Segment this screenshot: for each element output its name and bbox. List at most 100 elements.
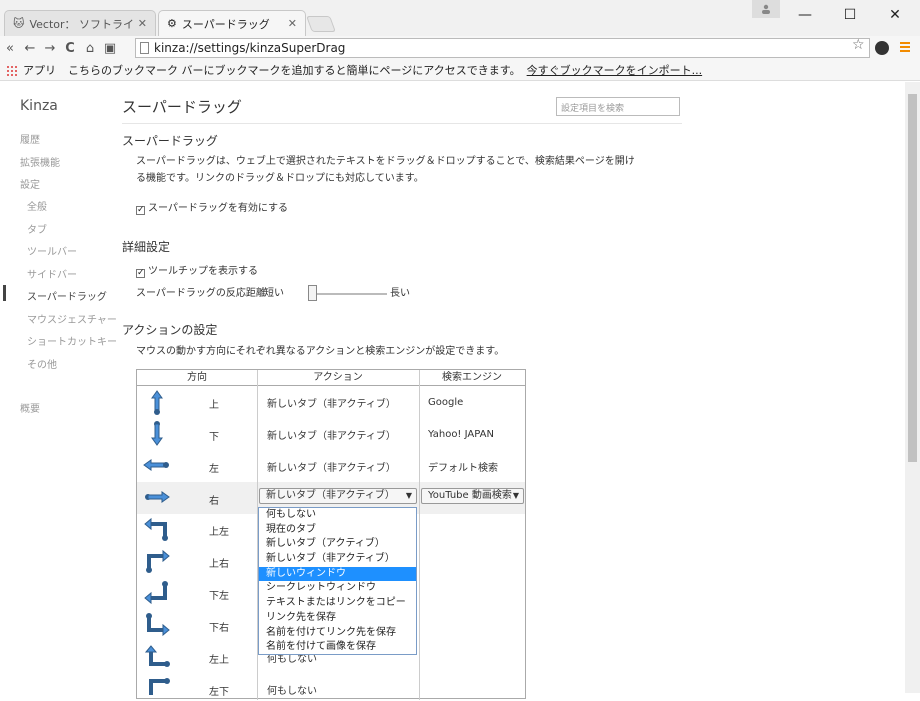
dropdown-option[interactable]: 何もしない (259, 508, 416, 523)
tab-vector[interactable]: 🐱 Vector： ソフトライブラ ✕ (4, 10, 156, 36)
double-back-icon[interactable]: « (0, 41, 20, 56)
section-action-desc: マウスの動かす方向にそれぞれ異なるアクションと検索エンジンが設定できます。 (136, 346, 505, 357)
dropdown-option[interactable]: 新しいタブ（アクティブ） (259, 537, 416, 552)
action-left[interactable]: 新しいタブ（非アクティブ） (267, 459, 396, 474)
arrow-left-icon (143, 459, 169, 471)
header-direction: 方向 (137, 370, 257, 386)
menu-icon[interactable] (900, 42, 910, 54)
enable-superdrag-checkbox[interactable]: ✓ (136, 206, 145, 215)
short-label: 短い (264, 288, 284, 299)
arrow-down-right-icon (146, 613, 170, 637)
maximize-button[interactable]: ☐ (835, 4, 865, 26)
sidebar-item-extensions[interactable]: 拡張機能 (20, 154, 60, 169)
engine-left[interactable]: デフォルト検索 (428, 459, 498, 474)
gear-icon: ⚙ (167, 17, 177, 30)
sidebar-item-tabs[interactable]: タブ (27, 221, 47, 236)
engine-right-value: YouTube 動画検索 (428, 490, 512, 501)
page-title: スーパードラッグ (122, 98, 242, 116)
apps-icon[interactable] (6, 64, 17, 76)
arrow-right-icon (145, 491, 170, 503)
distance-slider-handle[interactable] (308, 285, 317, 301)
import-bookmarks-link[interactable]: 今すぐブックマークをインポート... (527, 62, 703, 78)
bookmarks-message: こちらのブックマーク バーにブックマークを追加すると簡単にページにアクセスできま… (68, 64, 521, 77)
action-right-select[interactable]: 新しいタブ（非アクティブ） ▼ (259, 488, 417, 504)
sidebar-item-about[interactable]: 概要 (20, 400, 40, 415)
dropdown-option-highlighted[interactable]: 新しいウィンドウ (259, 566, 416, 582)
direction-left-down: 左下 (209, 687, 229, 698)
header-engine: 検索エンジン (419, 370, 525, 386)
section-superdrag-desc-1: スーパードラッグは、ウェブ上で選択されたテキストをドラッグ＆ドロップすることで、… (136, 156, 635, 167)
header-action: アクション (257, 370, 419, 386)
sidebar-item-toolbar[interactable]: ツールバー (27, 243, 77, 258)
arrow-left-up-icon (144, 645, 170, 667)
scrollbar-thumb[interactable] (908, 94, 917, 462)
section-action-title: アクションの設定 (122, 323, 218, 337)
back-button[interactable]: ← (20, 41, 40, 56)
direction-down-right: 下右 (209, 623, 229, 634)
tooltip-label: ツールチップを表示する (148, 266, 258, 277)
extension-icon[interactable] (875, 41, 889, 55)
sidebar-item-settings[interactable]: 設定 (20, 176, 40, 191)
sidebar-item-sidebar[interactable]: サイドバー (27, 266, 77, 281)
dropdown-option[interactable]: テキストまたはリンクをコピー (259, 596, 416, 611)
reload-button[interactable]: C (60, 41, 80, 56)
engine-right-select[interactable]: YouTube 動画検索 ▼ (421, 488, 524, 504)
search-input[interactable]: 設定項目を検索 (556, 97, 680, 116)
sidebar-item-shortcut[interactable]: ショートカットキー (27, 333, 117, 348)
dropdown-option[interactable]: 現在のタブ (259, 523, 416, 538)
direction-up-left: 上左 (209, 527, 229, 538)
long-label: 長い (390, 288, 410, 299)
star-icon[interactable]: ☆ (852, 37, 865, 53)
close-window-button[interactable]: ✕ (880, 4, 910, 26)
arrow-left-down-icon (149, 678, 170, 695)
vertical-scrollbar[interactable] (905, 82, 920, 693)
sidebar-item-mouse-gesture[interactable]: マウスジェスチャー (27, 311, 117, 326)
arrow-down-left-icon (144, 581, 168, 605)
direction-up-right: 上右 (209, 559, 229, 570)
dropdown-option[interactable]: 新しいタブ（非アクティブ） (259, 552, 416, 567)
direction-up: 上 (209, 400, 219, 411)
title-divider (122, 123, 682, 124)
distance-slider-track[interactable] (311, 293, 387, 295)
tooltip-checkbox[interactable]: ✓ (136, 269, 145, 278)
sidebar-item-superdrag[interactable]: スーパードラッグ (27, 288, 107, 303)
cat-icon: 🐱 (13, 17, 25, 30)
sidebar-item-other[interactable]: その他 (27, 356, 57, 371)
arrow-down-icon (151, 421, 163, 446)
tooltip-row[interactable]: ✓ ツールチップを表示する (136, 263, 258, 280)
address-bar[interactable]: kinza://settings/kinzaSuperDrag (135, 38, 870, 58)
action-dropdown-list: 何もしない 現在のタブ 新しいタブ（アクティブ） 新しいタブ（非アクティブ） 新… (258, 507, 417, 655)
dropdown-option[interactable]: シークレットウィンドウ (259, 581, 416, 596)
dropdown-option[interactable]: 名前を付けてリンク先を保存 (259, 626, 416, 641)
action-up[interactable]: 新しいタブ（非アクティブ） (267, 395, 396, 410)
enable-superdrag-row[interactable]: ✓ スーパードラッグを有効にする (136, 200, 288, 217)
brand-title: Kinza (20, 98, 58, 114)
minimize-button[interactable]: — (790, 4, 820, 26)
tab-superdrag[interactable]: ⚙ スーパードラッグ ✕ (158, 10, 306, 36)
close-icon[interactable]: ✕ (288, 17, 297, 30)
column-divider (419, 370, 420, 700)
user-icon[interactable] (752, 0, 780, 18)
engine-down[interactable]: Yahoo! JAPAN (428, 429, 494, 440)
action-down[interactable]: 新しいタブ（非アクティブ） (267, 427, 396, 442)
engine-up[interactable]: Google (428, 397, 463, 408)
arrow-up-right-icon (146, 549, 170, 573)
close-icon[interactable]: ✕ (138, 17, 147, 30)
arrow-up-icon (151, 390, 163, 415)
tab-stack-icon[interactable]: ▣ (100, 41, 120, 56)
selected-marker (3, 285, 6, 301)
sidebar-item-general[interactable]: 全般 (27, 198, 47, 213)
url-text: kinza://settings/kinzaSuperDrag (154, 41, 346, 55)
section-superdrag-title: スーパードラッグ (122, 134, 218, 148)
page-icon (140, 42, 149, 54)
apps-label[interactable]: アプリ (23, 62, 56, 78)
action-left-down[interactable]: 何もしない (267, 682, 317, 697)
new-tab-button[interactable] (306, 16, 336, 32)
arrow-up-left-icon (144, 517, 168, 541)
dropdown-option[interactable]: 名前を付けて画像を保存 (259, 640, 416, 655)
home-button[interactable]: ⌂ (80, 41, 100, 56)
tab-label: Vector： ソフトライブラ (29, 17, 133, 31)
forward-button[interactable]: → (40, 41, 60, 56)
sidebar-item-history[interactable]: 履歴 (20, 131, 40, 146)
dropdown-option[interactable]: リンク先を保存 (259, 611, 416, 626)
